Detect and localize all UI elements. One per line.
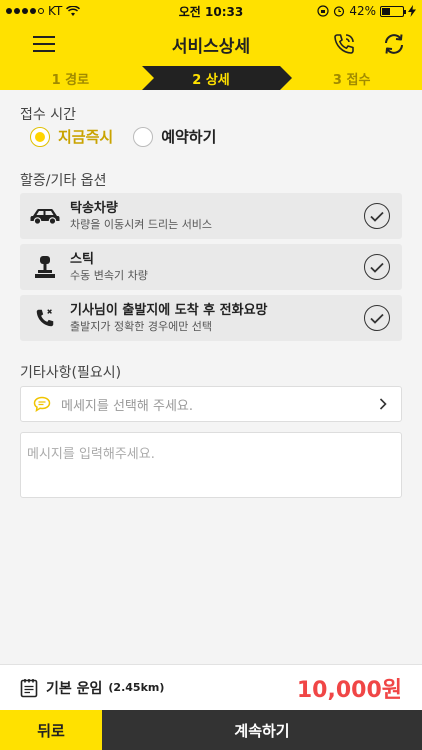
step-detail: 2 상세 <box>192 72 230 88</box>
call-button[interactable] <box>330 30 358 58</box>
message-input[interactable]: 메시지를 입력해주세요. <box>20 432 402 498</box>
step-reception: 3 접수 <box>332 72 371 88</box>
option-item-delivery[interactable]: 탁송차량 차량을 이동시켜 드리는 서비스 <box>20 193 402 239</box>
carrier-name: KT <box>48 4 63 18</box>
signal-dots-icon <box>6 8 44 14</box>
status-time: 오전 10:33 <box>178 4 244 19</box>
car-icon <box>30 209 60 225</box>
phone-icon <box>36 309 54 327</box>
receipt-icon <box>20 678 38 697</box>
reception-time-label: 접수 시간 <box>20 107 76 123</box>
nav-bar: 서비스상세 <box>0 22 422 66</box>
option-check-button[interactable] <box>364 254 390 280</box>
charging-icon <box>408 5 416 17</box>
option-item-call-on-arrival[interactable]: 기사님이 출발지에 도착 후 전화요망 출발지가 정확한 경우에만 선택 <box>20 295 402 341</box>
chat-bubble-icon <box>33 396 51 412</box>
back-button[interactable]: 뒤로 <box>0 710 102 750</box>
fare-bar: 기본 운임 (2.45km) 10,000원 <box>0 664 422 710</box>
status-bar: KT 오전 10:33 42% <box>0 0 422 22</box>
reception-time-radios: 지금즉시 예약하기 <box>30 126 216 147</box>
option-title: 탁송차량 <box>70 201 118 216</box>
check-icon <box>370 211 384 222</box>
refresh-icon <box>385 34 403 54</box>
radio-selected-icon <box>30 126 50 147</box>
radio-now[interactable]: 지금즉시 <box>30 126 113 147</box>
battery-percent: 42% <box>349 4 376 18</box>
check-icon <box>370 313 384 324</box>
radio-reserve[interactable]: 예약하기 <box>133 126 216 147</box>
alarm-icon <box>334 6 345 17</box>
nav-actions <box>330 30 408 58</box>
orientation-lock-icon <box>317 5 329 17</box>
phone-call-icon <box>334 34 354 54</box>
radio-now-label: 지금즉시 <box>58 128 114 146</box>
extra-options-label: 할증/기타 옵션 <box>20 173 107 189</box>
status-right: 42% <box>266 4 416 18</box>
battery-fill <box>382 7 391 15</box>
option-check-button[interactable] <box>364 203 390 229</box>
extra-options-list: 탁송차량 차량을 이동시켜 드리는 서비스 스틱 수동 변속기 차량 기사님이 … <box>20 193 402 346</box>
refresh-button[interactable] <box>380 30 408 58</box>
option-item-stick[interactable]: 스틱 수동 변속기 차량 <box>20 244 402 290</box>
message-select[interactable]: 메세지를 선택해 주세요. <box>20 386 402 422</box>
step-route: 1 경로 <box>51 72 90 88</box>
option-title: 기사님이 출발지에 도착 후 전화요망 <box>70 303 268 318</box>
radio-unselected-icon <box>133 126 154 147</box>
menu-icon <box>33 36 55 52</box>
option-subtitle: 차량을 이동시켜 드리는 서비스 <box>70 218 213 231</box>
fare-label: 기본 운임 <box>46 680 103 697</box>
radio-reserve-label: 예약하기 <box>161 128 217 146</box>
continue-button[interactable]: 계속하기 <box>102 710 422 750</box>
step-indicator: 1 경로 2 상세 3 접수 <box>0 66 422 90</box>
chevron-right-icon <box>379 398 387 410</box>
option-title: 스틱 <box>70 252 94 267</box>
gear-stick-icon <box>35 256 55 278</box>
wifi-icon <box>66 5 81 16</box>
fare-distance: (2.45km) <box>108 681 165 694</box>
option-subtitle: 출발지가 정확한 경우에만 선택 <box>70 320 213 333</box>
etc-label: 기타사항(필요시) <box>20 365 122 381</box>
menu-button[interactable] <box>30 30 58 58</box>
fare-value: 10,000원 <box>296 677 402 703</box>
option-check-button[interactable] <box>364 305 390 331</box>
check-icon <box>370 262 384 273</box>
battery-icon <box>380 5 406 17</box>
status-left: KT <box>6 4 156 18</box>
option-subtitle: 수동 변속기 차량 <box>70 269 148 282</box>
message-select-placeholder: 메세지를 선택해 주세요. <box>61 398 193 414</box>
message-input-placeholder: 메시지를 입력해주세요. <box>27 447 155 462</box>
bottom-buttons: 뒤로 계속하기 <box>0 710 422 750</box>
